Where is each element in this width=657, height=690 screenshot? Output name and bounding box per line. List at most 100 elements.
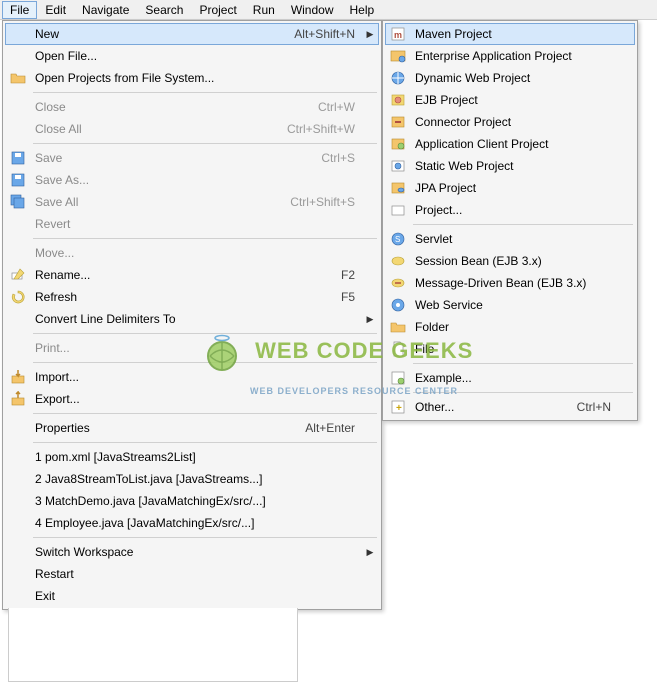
webservice-icon <box>390 297 406 313</box>
menu-new-ear-project[interactable]: Enterprise Application Project <box>385 45 635 67</box>
menu-item-label: Switch Workspace <box>29 545 355 559</box>
menu-separator <box>33 238 377 239</box>
project-icon <box>387 201 409 219</box>
connector-icon <box>390 114 406 130</box>
menubar-item-navigate[interactable]: Navigate <box>74 1 137 19</box>
other-icon: + <box>387 398 409 416</box>
menubar-item-help[interactable]: Help <box>342 1 383 19</box>
appclient-icon <box>387 135 409 153</box>
dynweb-icon <box>387 69 409 87</box>
menu-item-label: Open File... <box>29 49 355 63</box>
menu-item-label: Enterprise Application Project <box>409 49 611 63</box>
editor-pane <box>8 608 298 682</box>
menu-separator <box>33 537 377 538</box>
mdbean-icon <box>387 274 409 292</box>
example-icon <box>390 370 406 386</box>
menu-new-web-service[interactable]: Web Service <box>385 294 635 316</box>
menu-file-new[interactable]: NewAlt+Shift+N▶ <box>5 23 379 45</box>
menu-file-recent-2[interactable]: 2 Java8StreamToList.java [JavaStreams...… <box>5 468 379 490</box>
svg-text:S: S <box>395 235 400 244</box>
staticweb-icon <box>390 158 406 174</box>
menu-file-open-projects[interactable]: Open Projects from File System... <box>5 67 379 89</box>
menu-file-save-all: Save AllCtrl+Shift+S <box>5 191 379 213</box>
svg-text:m: m <box>394 30 402 40</box>
menu-file-rename[interactable]: Rename...F2 <box>5 264 379 286</box>
menu-new-static-web-project[interactable]: Static Web Project <box>385 155 635 177</box>
menu-new-mdb[interactable]: Message-Driven Bean (EJB 3.x) <box>385 272 635 294</box>
menubar-item-run[interactable]: Run <box>245 1 283 19</box>
menu-item-label: Maven Project <box>409 27 611 41</box>
menu-file-convert-delimiters[interactable]: Convert Line Delimiters To▶ <box>5 308 379 330</box>
menu-item-label: Save <box>29 151 321 165</box>
submenu-arrow-icon: ▶ <box>365 29 375 40</box>
menubar-item-window[interactable]: Window <box>283 1 342 19</box>
menu-new-ejb-project[interactable]: EJB Project <box>385 89 635 111</box>
menu-new-app-client-project[interactable]: Application Client Project <box>385 133 635 155</box>
menu-new-example[interactable]: Example... <box>385 367 635 389</box>
webservice-icon <box>387 296 409 314</box>
menu-file-exit[interactable]: Exit <box>5 585 379 607</box>
menu-new-connector-project[interactable]: Connector Project <box>385 111 635 133</box>
menu-separator <box>33 362 377 363</box>
menu-item-label: EJB Project <box>409 93 611 107</box>
menu-file-recent-1[interactable]: 1 pom.xml [JavaStreams2List] <box>5 446 379 468</box>
menubar-item-edit[interactable]: Edit <box>37 1 74 19</box>
mdbean-icon <box>390 275 406 291</box>
menu-item-label: Close <box>29 100 318 114</box>
menu-item-label: Connector Project <box>409 115 611 129</box>
menu-file-refresh[interactable]: RefreshF5 <box>5 286 379 308</box>
menu-file-export[interactable]: Export... <box>5 388 379 410</box>
menu-item-label: Close All <box>29 122 287 136</box>
menubar-item-search[interactable]: Search <box>137 1 191 19</box>
menu-item-label: Web Service <box>409 298 611 312</box>
submenu-arrow-icon: ▶ <box>365 314 375 325</box>
menu-item-label: Print... <box>29 341 355 355</box>
menu-item-label: JPA Project <box>409 181 611 195</box>
menu-file-switch-workspace[interactable]: Switch Workspace▶ <box>5 541 379 563</box>
menu-new-jpa-project[interactable]: JPA Project <box>385 177 635 199</box>
menu-new-session-bean[interactable]: Session Bean (EJB 3.x) <box>385 250 635 272</box>
menu-file-recent-3[interactable]: 3 MatchDemo.java [JavaMatchingEx/src/...… <box>5 490 379 512</box>
menu-new-other[interactable]: +Other...Ctrl+N <box>385 396 635 418</box>
menu-file-import[interactable]: Import... <box>5 366 379 388</box>
sessionbean-icon <box>390 253 406 269</box>
menu-item-label: Export... <box>29 392 355 406</box>
folder-icon <box>387 318 409 336</box>
menu-file-recent-4[interactable]: 4 Employee.java [JavaMatchingEx/src/...] <box>5 512 379 534</box>
menu-item-label: Project... <box>409 203 611 217</box>
menu-file-restart[interactable]: Restart <box>5 563 379 585</box>
menu-new-dynamic-web-project[interactable]: Dynamic Web Project <box>385 67 635 89</box>
menubar-item-file[interactable]: File <box>2 1 37 19</box>
menu-file-save: SaveCtrl+S <box>5 147 379 169</box>
folder-icon <box>10 70 26 86</box>
menu-file-properties[interactable]: PropertiesAlt+Enter <box>5 417 379 439</box>
menu-item-shortcut: Ctrl+N <box>577 400 621 414</box>
menu-item-label: Restart <box>29 567 355 581</box>
menu-file-revert: Revert <box>5 213 379 235</box>
rename-icon <box>7 266 29 284</box>
menu-new-project[interactable]: Project... <box>385 199 635 221</box>
jpa-icon <box>387 179 409 197</box>
menu-file-open-file[interactable]: Open File... <box>5 45 379 67</box>
refresh-icon <box>7 288 29 306</box>
menu-separator <box>33 333 377 334</box>
menubar-item-project[interactable]: Project <box>191 1 244 19</box>
menu-item-label: Refresh <box>29 290 341 304</box>
import-icon <box>10 369 26 385</box>
maven-icon: m <box>387 25 409 43</box>
menu-item-label: Message-Driven Bean (EJB 3.x) <box>409 276 611 290</box>
menu-item-label: New <box>29 27 294 41</box>
menu-item-label: 4 Employee.java [JavaMatchingEx/src/...] <box>29 516 355 530</box>
other-icon: + <box>390 399 406 415</box>
menu-new-folder[interactable]: Folder <box>385 316 635 338</box>
menu-new-file[interactable]: File <box>385 338 635 360</box>
menu-item-label: 1 pom.xml [JavaStreams2List] <box>29 450 355 464</box>
refresh-icon <box>10 289 26 305</box>
export-icon <box>10 391 26 407</box>
save-icon <box>7 149 29 167</box>
menu-item-shortcut: Alt+Enter <box>305 421 365 435</box>
menu-new-servlet[interactable]: SServlet <box>385 228 635 250</box>
example-icon <box>387 369 409 387</box>
menu-new-maven-project[interactable]: m Maven Project <box>385 23 635 45</box>
menu-item-label: Exit <box>29 589 355 603</box>
